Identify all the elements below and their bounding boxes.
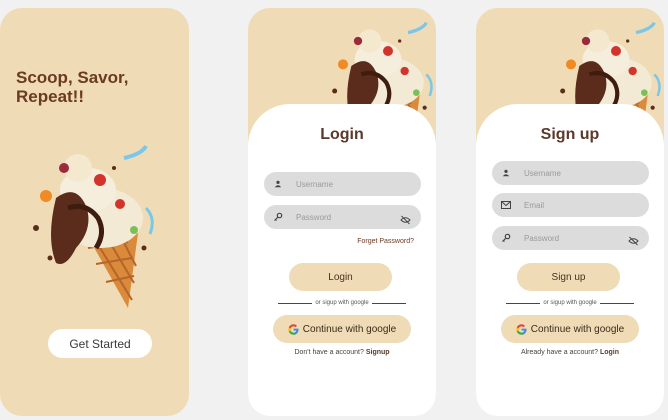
google-logo-icon (516, 323, 527, 335)
login-screen: Login Forget Password? Login or sigup wi… (248, 8, 436, 416)
login-title: Login (320, 126, 364, 143)
signup-button[interactable]: Sign up (517, 263, 620, 291)
ice-cream-illustration (16, 138, 166, 313)
eye-off-icon[interactable] (628, 233, 639, 246)
username-field[interactable] (492, 161, 649, 185)
signup-screen: Sign up Sign up or sigup with google (476, 8, 664, 416)
password-input[interactable] (296, 212, 391, 222)
password-field[interactable] (264, 205, 421, 229)
continue-with-google-button[interactable]: Continue with google (501, 315, 639, 343)
signup-sheet: Sign up Sign up or sigup with google (476, 104, 664, 416)
signup-title: Sign up (540, 126, 600, 143)
login-sheet: Login Forget Password? Login or sigup wi… (248, 104, 436, 416)
google-button-label: Continue with google (530, 323, 625, 335)
forgot-password-link[interactable]: Forget Password? (357, 238, 414, 245)
login-button[interactable]: Login (289, 263, 392, 291)
username-input[interactable] (296, 179, 391, 189)
divider-label: or sigup with google (315, 300, 369, 306)
password-input[interactable] (524, 233, 619, 243)
email-input[interactable] (524, 200, 619, 210)
mail-icon (501, 200, 511, 210)
username-input[interactable] (524, 168, 619, 178)
login-link[interactable]: Login (600, 349, 619, 356)
eye-off-icon[interactable] (400, 212, 411, 225)
login-prompt: Already have a account? Login (476, 349, 664, 356)
divider-label: or sigup with google (543, 300, 597, 306)
email-field[interactable] (492, 193, 649, 217)
google-divider: or sigup with google (278, 300, 406, 306)
username-field[interactable] (264, 172, 421, 196)
splash-screen: Scoop, Savor, Repeat!! Get Started (0, 8, 189, 416)
login-prompt-text: Already have a account? (520, 349, 599, 356)
key-icon (273, 212, 283, 222)
splash-title: Scoop, Savor, Repeat!! (16, 68, 129, 106)
key-icon (501, 233, 511, 243)
user-icon (501, 168, 511, 178)
continue-with-google-button[interactable]: Continue with google (273, 315, 411, 343)
google-button-label: Continue with google (302, 323, 397, 335)
user-icon (273, 179, 283, 189)
google-logo-icon (288, 323, 299, 335)
signup-prompt: Don't have a account? Signup (248, 349, 436, 356)
password-field[interactable] (492, 226, 649, 250)
get-started-button[interactable]: Get Started (48, 329, 152, 358)
signup-prompt-text: Don't have a account? (294, 349, 364, 356)
google-divider: or sigup with google (506, 300, 634, 306)
signup-link[interactable]: Signup (366, 349, 390, 356)
